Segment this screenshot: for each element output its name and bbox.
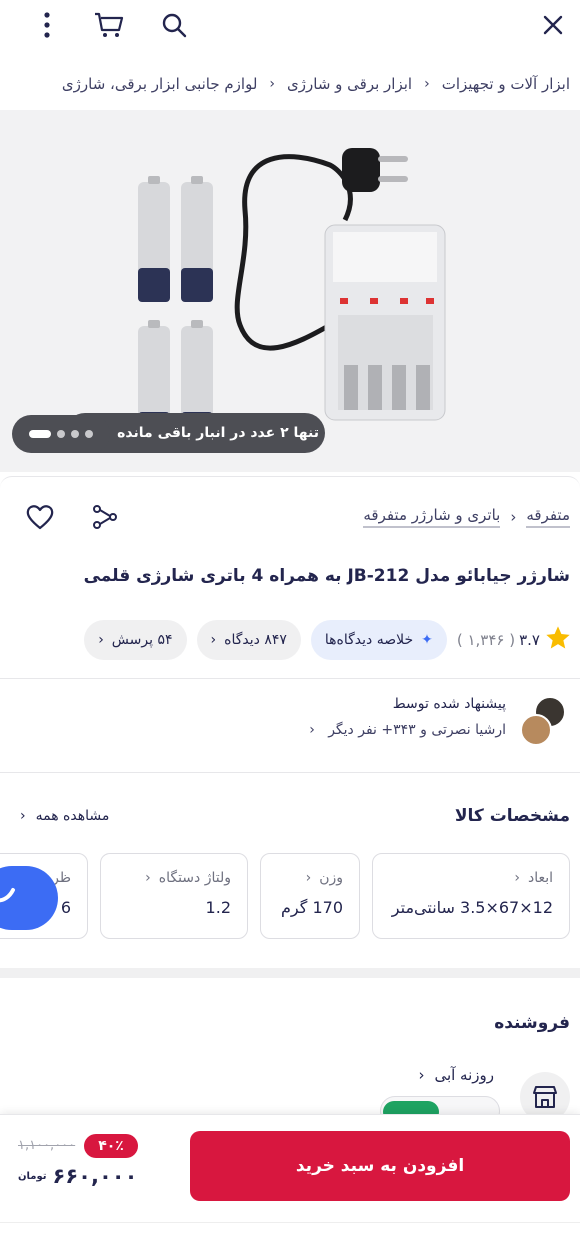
seller-heading: فروشنده <box>494 1013 570 1033</box>
pagination-dot-active[interactable] <box>29 430 51 438</box>
pagination-dot[interactable] <box>57 430 65 438</box>
gallery-pagination[interactable] <box>12 415 110 453</box>
top-bar <box>0 0 580 52</box>
comments-label: ۸۴۷ دیدگاه <box>224 632 287 648</box>
spec-card[interactable]: ابعاد ‹ 12×67×3.5 سانتی‌متر <box>372 853 570 939</box>
suggested-label: پیشنهاد شده توسط <box>392 696 506 712</box>
category-link[interactable]: باتری و شارژر متفرقه <box>363 506 501 528</box>
chevron-left-icon: ‹ <box>20 808 26 824</box>
star-icon <box>544 624 572 656</box>
divider <box>0 772 580 773</box>
search-icon[interactable] <box>157 10 191 40</box>
avatar <box>520 714 552 746</box>
see-all-label: مشاهده همه <box>35 808 110 824</box>
chevron-left-icon: ‹ <box>424 76 430 92</box>
category-path: متفرقه ‹ باتری و شارژر متفرقه <box>363 506 570 528</box>
spec-label: ابعاد <box>527 870 553 886</box>
heart-icon[interactable] <box>26 504 54 534</box>
chevron-left-icon: ‹ <box>510 508 517 526</box>
price-value: ۶۶۰,۰۰۰ <box>52 1164 138 1188</box>
sparkle-icon: ✦ <box>421 632 433 648</box>
comments-chip[interactable]: ۸۴۷ دیدگاه ‹ <box>196 620 301 660</box>
spec-label: وزن <box>319 870 343 886</box>
spec-list: ابعاد ‹ 12×67×3.5 سانتی‌متر وزن ‹ 170 گرم … <box>0 853 570 939</box>
breadcrumb-item[interactable]: ابزار برقی و شارژی <box>287 75 412 93</box>
review-summary-label: خلاصه دیدگاه‌ها <box>324 632 414 648</box>
section-divider <box>0 968 580 978</box>
more-icon[interactable] <box>30 10 64 40</box>
suggested-names: ارشیا نصرتی و ۳۴۳+ نفر دیگر <box>328 722 506 738</box>
close-icon[interactable] <box>536 10 570 40</box>
divider <box>0 678 580 679</box>
stock-text: تنها ۲ عدد در انبار باقی مانده <box>117 425 319 441</box>
category-link[interactable]: متفرقه <box>526 506 570 528</box>
price: ۶۶۰,۰۰۰ تومان <box>18 1164 137 1188</box>
seller-link[interactable]: روزنه آبی ‹ <box>418 1066 494 1084</box>
specs-heading: مشخصات کالا <box>454 806 570 826</box>
bottom-navigation <box>0 1222 580 1249</box>
share-icon[interactable] <box>92 504 118 534</box>
questions-chip[interactable]: ۵۴ پرسش ‹ <box>84 620 187 660</box>
review-chips: ۳.۷ ( ۱,۳۴۶ ) ✦ خلاصه دیدگاه‌ها ۸۴۷ دیدگ… <box>84 620 572 660</box>
chevron-left-icon: ‹ <box>514 870 520 886</box>
breadcrumb: ابزار آلات و تجهیزات ‹ ابزار برقی و شارژ… <box>0 66 580 102</box>
cart-icon[interactable] <box>92 10 126 40</box>
discount-badge: ۴۰٪ <box>84 1134 138 1158</box>
chevron-left-icon: ‹ <box>269 76 276 92</box>
spec-value: 170 گرم <box>281 898 343 917</box>
rating[interactable]: ۳.۷ ( ۱,۳۴۶ ) <box>457 624 572 656</box>
questions-label: ۵۴ پرسش <box>111 632 173 648</box>
review-summary-chip[interactable]: ✦ خلاصه دیدگاه‌ها <box>310 620 447 660</box>
spec-card[interactable]: ولتاژ دستگاه ‹ 1.2 <box>100 853 248 939</box>
pagination-dot[interactable] <box>85 430 93 438</box>
add-to-cart-button[interactable]: افزودن به سبد خرید <box>190 1131 570 1201</box>
chevron-left-icon: ‹ <box>305 870 312 886</box>
currency: تومان <box>18 1170 47 1182</box>
chevron-left-icon: ‹ <box>418 1066 425 1084</box>
pagination-dot[interactable] <box>71 430 79 438</box>
spec-value: 1.2 <box>205 898 231 917</box>
seller-name: روزنه آبی <box>434 1066 494 1084</box>
breadcrumb-item[interactable]: لوازم جانبی ابزار برقی، شارژی <box>62 75 258 93</box>
product-title: شارژر جیابائو مدل JB-212 به همراه 4 باتر… <box>83 566 570 586</box>
chevron-left-icon: ‹ <box>98 632 104 648</box>
spec-label: ولتاژ دستگاه <box>158 870 231 886</box>
chevron-left-icon: ‹ <box>309 722 324 738</box>
old-price: ۱,۱۰۰,۰۰۰ <box>18 1138 76 1153</box>
smile-icon <box>0 886 16 910</box>
chevron-left-icon: ‹ <box>210 632 217 648</box>
suggested-by[interactable]: پیشنهاد شده توسط ارشیا نصرتی و ۳۴۳+ نفر … <box>309 696 566 748</box>
avatar-group <box>518 696 566 746</box>
breadcrumb-item[interactable]: ابزار آلات و تجهیزات <box>442 75 570 93</box>
rating-score: ۳.۷ <box>519 631 540 649</box>
see-all-link[interactable]: مشاهده همه ‹ <box>20 808 109 824</box>
rating-count: ( ۱,۳۴۶ ) <box>456 631 516 649</box>
spec-card[interactable]: وزن ‹ 170 گرم <box>260 853 360 939</box>
chevron-left-icon: ‹ <box>145 870 151 886</box>
spec-value: 12×67×3.5 سانتی‌متر <box>391 898 553 917</box>
